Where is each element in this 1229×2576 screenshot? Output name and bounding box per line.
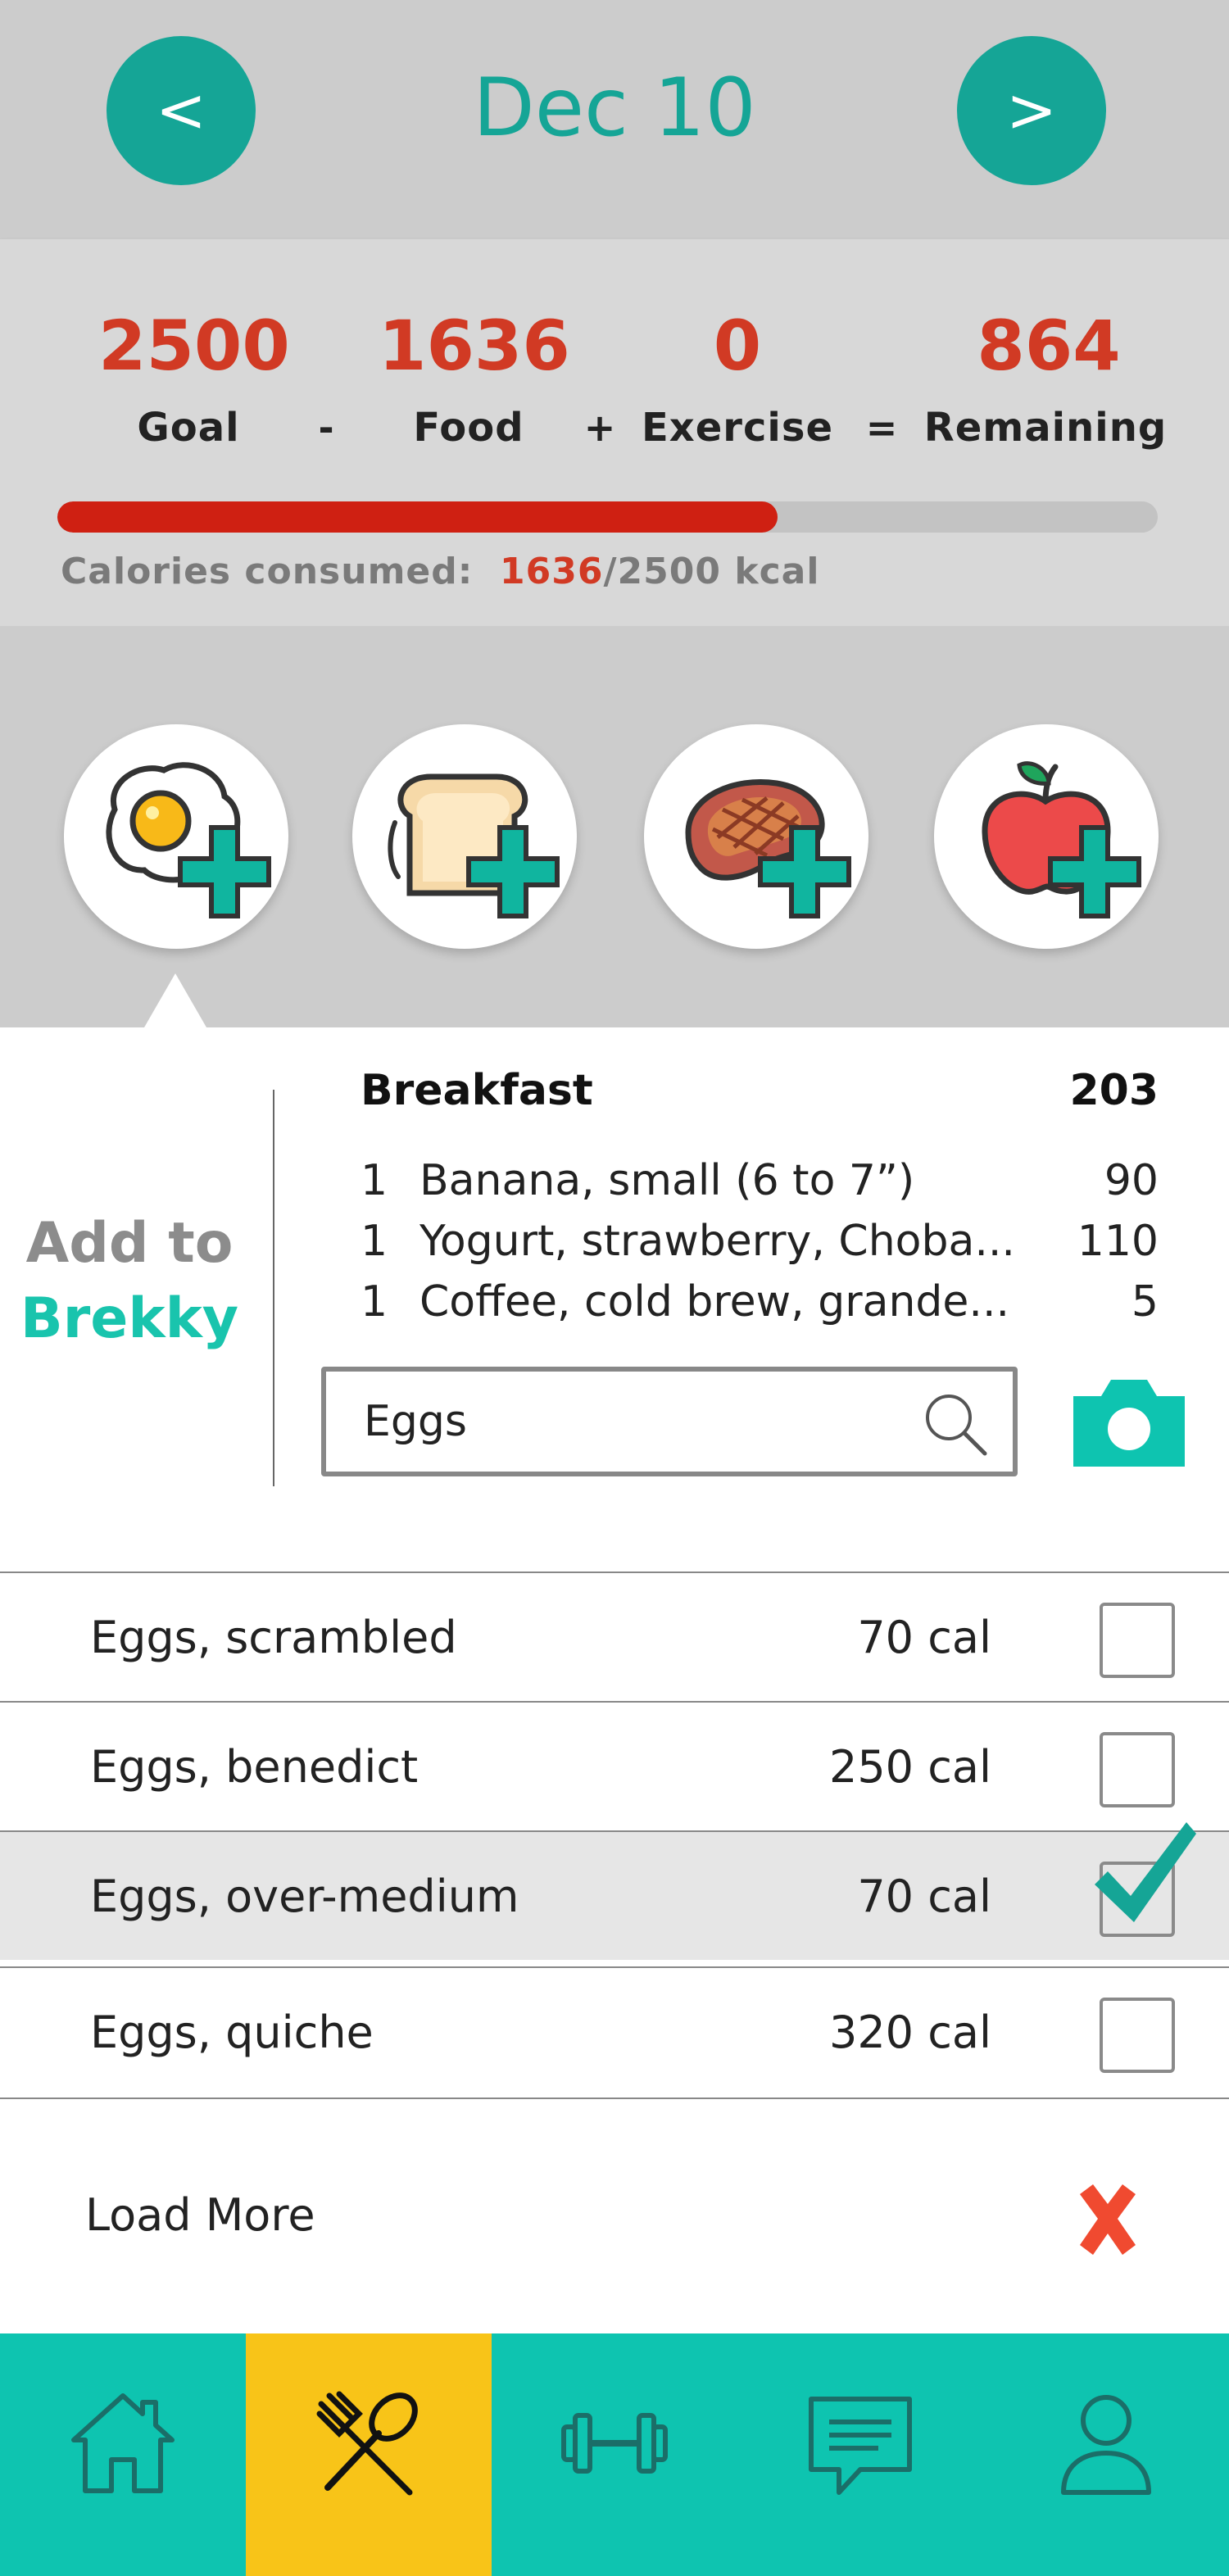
tab-exercise[interactable]: [492, 2333, 737, 2576]
search-icon[interactable]: [918, 1386, 993, 1462]
equals-operator: =: [865, 406, 898, 450]
meal-total-calories: 203: [1069, 1066, 1159, 1115]
food-label: Food: [413, 405, 524, 451]
calorie-progress-fill: [57, 501, 778, 533]
search-result-row[interactable]: Eggs, quiche 320 cal: [0, 1966, 1229, 2096]
search-result-row[interactable]: Eggs, benedict 250 cal: [0, 1701, 1229, 1830]
load-more-button[interactable]: Load More: [85, 2183, 315, 2248]
results-divider: [0, 2098, 1229, 2099]
entry-quantity: 1: [361, 1217, 388, 1266]
add-snack-button[interactable]: [934, 724, 1159, 949]
plus-operator: +: [583, 406, 616, 450]
profile-icon: [1061, 2395, 1151, 2495]
meal-panel: Add to Brekky Breakfast 203 1 Banana, sm…: [0, 1027, 1229, 2333]
checkmark-icon: [1095, 1822, 1196, 1922]
meal-selector: [0, 626, 1229, 1027]
remaining-value: 864: [977, 306, 1121, 386]
minus-operator: -: [318, 406, 334, 450]
result-name: Eggs, benedict: [90, 1741, 419, 1793]
meal-entry[interactable]: 1 Banana, small (6 to 7”) 90: [361, 1152, 1159, 1209]
meal-entry[interactable]: 1 Coffee, cold brew, grande... 5: [361, 1273, 1159, 1331]
calorie-summary: 2500 1636 0 864 Goal - Food + Exercise =…: [0, 239, 1229, 626]
add-lunch-button[interactable]: [352, 724, 577, 949]
search-result-row-selected[interactable]: Eggs, over-medium 70 cal: [0, 1830, 1229, 1960]
exercise-value: 0: [713, 306, 762, 386]
tab-home[interactable]: [0, 2333, 246, 2576]
meal-nickname: Brekky: [20, 1286, 239, 1351]
fried-egg-add-icon: [106, 762, 271, 918]
chat-icon: [809, 2397, 912, 2495]
tab-profile[interactable]: [983, 2333, 1229, 2576]
meal-title: Breakfast: [361, 1066, 593, 1115]
remaining-label: Remaining: [923, 405, 1168, 451]
result-checkbox[interactable]: [1100, 1732, 1175, 1807]
add-to-label: Add to: [25, 1211, 234, 1276]
result-calories: 70 cal: [857, 1612, 991, 1663]
add-breakfast-button[interactable]: [64, 724, 288, 949]
result-checkbox[interactable]: [1100, 1998, 1175, 2073]
food-search-input[interactable]: [364, 1393, 888, 1450]
entry-name: Yogurt, strawberry, Choba...: [419, 1217, 1015, 1266]
result-calories: 250 cal: [828, 1741, 991, 1793]
consumed-prefix: Calories consumed:: [61, 551, 474, 592]
date-header: < Dec 10 >: [0, 0, 1229, 239]
result-checkbox[interactable]: [1100, 1603, 1175, 1678]
exercise-label: Exercise: [641, 405, 833, 451]
goal-label: Goal: [137, 405, 240, 451]
entry-calories: 90: [1104, 1156, 1159, 1205]
consumed-suffix: /2500 kcal: [603, 551, 820, 592]
entry-quantity: 1: [361, 1156, 388, 1205]
calories-consumed-text: Calories consumed: 1636/2500 kcal: [61, 549, 819, 595]
home-icon: [71, 2393, 175, 2493]
toast-add-icon: [388, 773, 560, 918]
add-dinner-button[interactable]: [644, 724, 868, 949]
consumed-value: 1636: [500, 551, 604, 592]
tab-food[interactable]: [246, 2333, 492, 2576]
goal-value: 2500: [98, 306, 290, 386]
camera-icon[interactable]: [1073, 1375, 1185, 1467]
entry-calories: 5: [1131, 1277, 1159, 1327]
close-icon[interactable]: [1068, 2179, 1147, 2258]
next-day-button[interactable]: >: [957, 36, 1106, 185]
result-name: Eggs, quiche: [90, 2007, 374, 2058]
entry-quantity: 1: [361, 1277, 388, 1327]
selected-meal-pointer: [144, 973, 206, 1027]
search-result-row[interactable]: Eggs, scrambled 70 cal: [0, 1571, 1229, 1701]
dumbbell-icon: [561, 2413, 668, 2474]
add-to-meal-heading: Add to Brekky: [16, 1206, 243, 1357]
result-name: Eggs, scrambled: [90, 1612, 457, 1663]
entry-name: Banana, small (6 to 7”): [419, 1156, 915, 1205]
meal-entry[interactable]: 1 Yogurt, strawberry, Choba... 110: [361, 1213, 1159, 1270]
panel-divider: [273, 1090, 274, 1486]
fork-spoon-icon: [316, 2391, 418, 2496]
bottom-tab-bar: [0, 2333, 1229, 2576]
apple-add-icon: [982, 761, 1141, 918]
food-search-box: [321, 1367, 1018, 1476]
result-calories: 320 cal: [828, 2007, 991, 2058]
entry-name: Coffee, cold brew, grande...: [419, 1277, 1010, 1327]
tab-messages[interactable]: [737, 2333, 983, 2576]
food-value: 1636: [379, 306, 570, 386]
steak-add-icon: [685, 779, 851, 918]
entry-calories: 110: [1077, 1217, 1159, 1266]
result-name: Eggs, over-medium: [90, 1871, 519, 1922]
result-calories: 70 cal: [857, 1871, 991, 1922]
calorie-progress-bar: [57, 501, 1158, 533]
